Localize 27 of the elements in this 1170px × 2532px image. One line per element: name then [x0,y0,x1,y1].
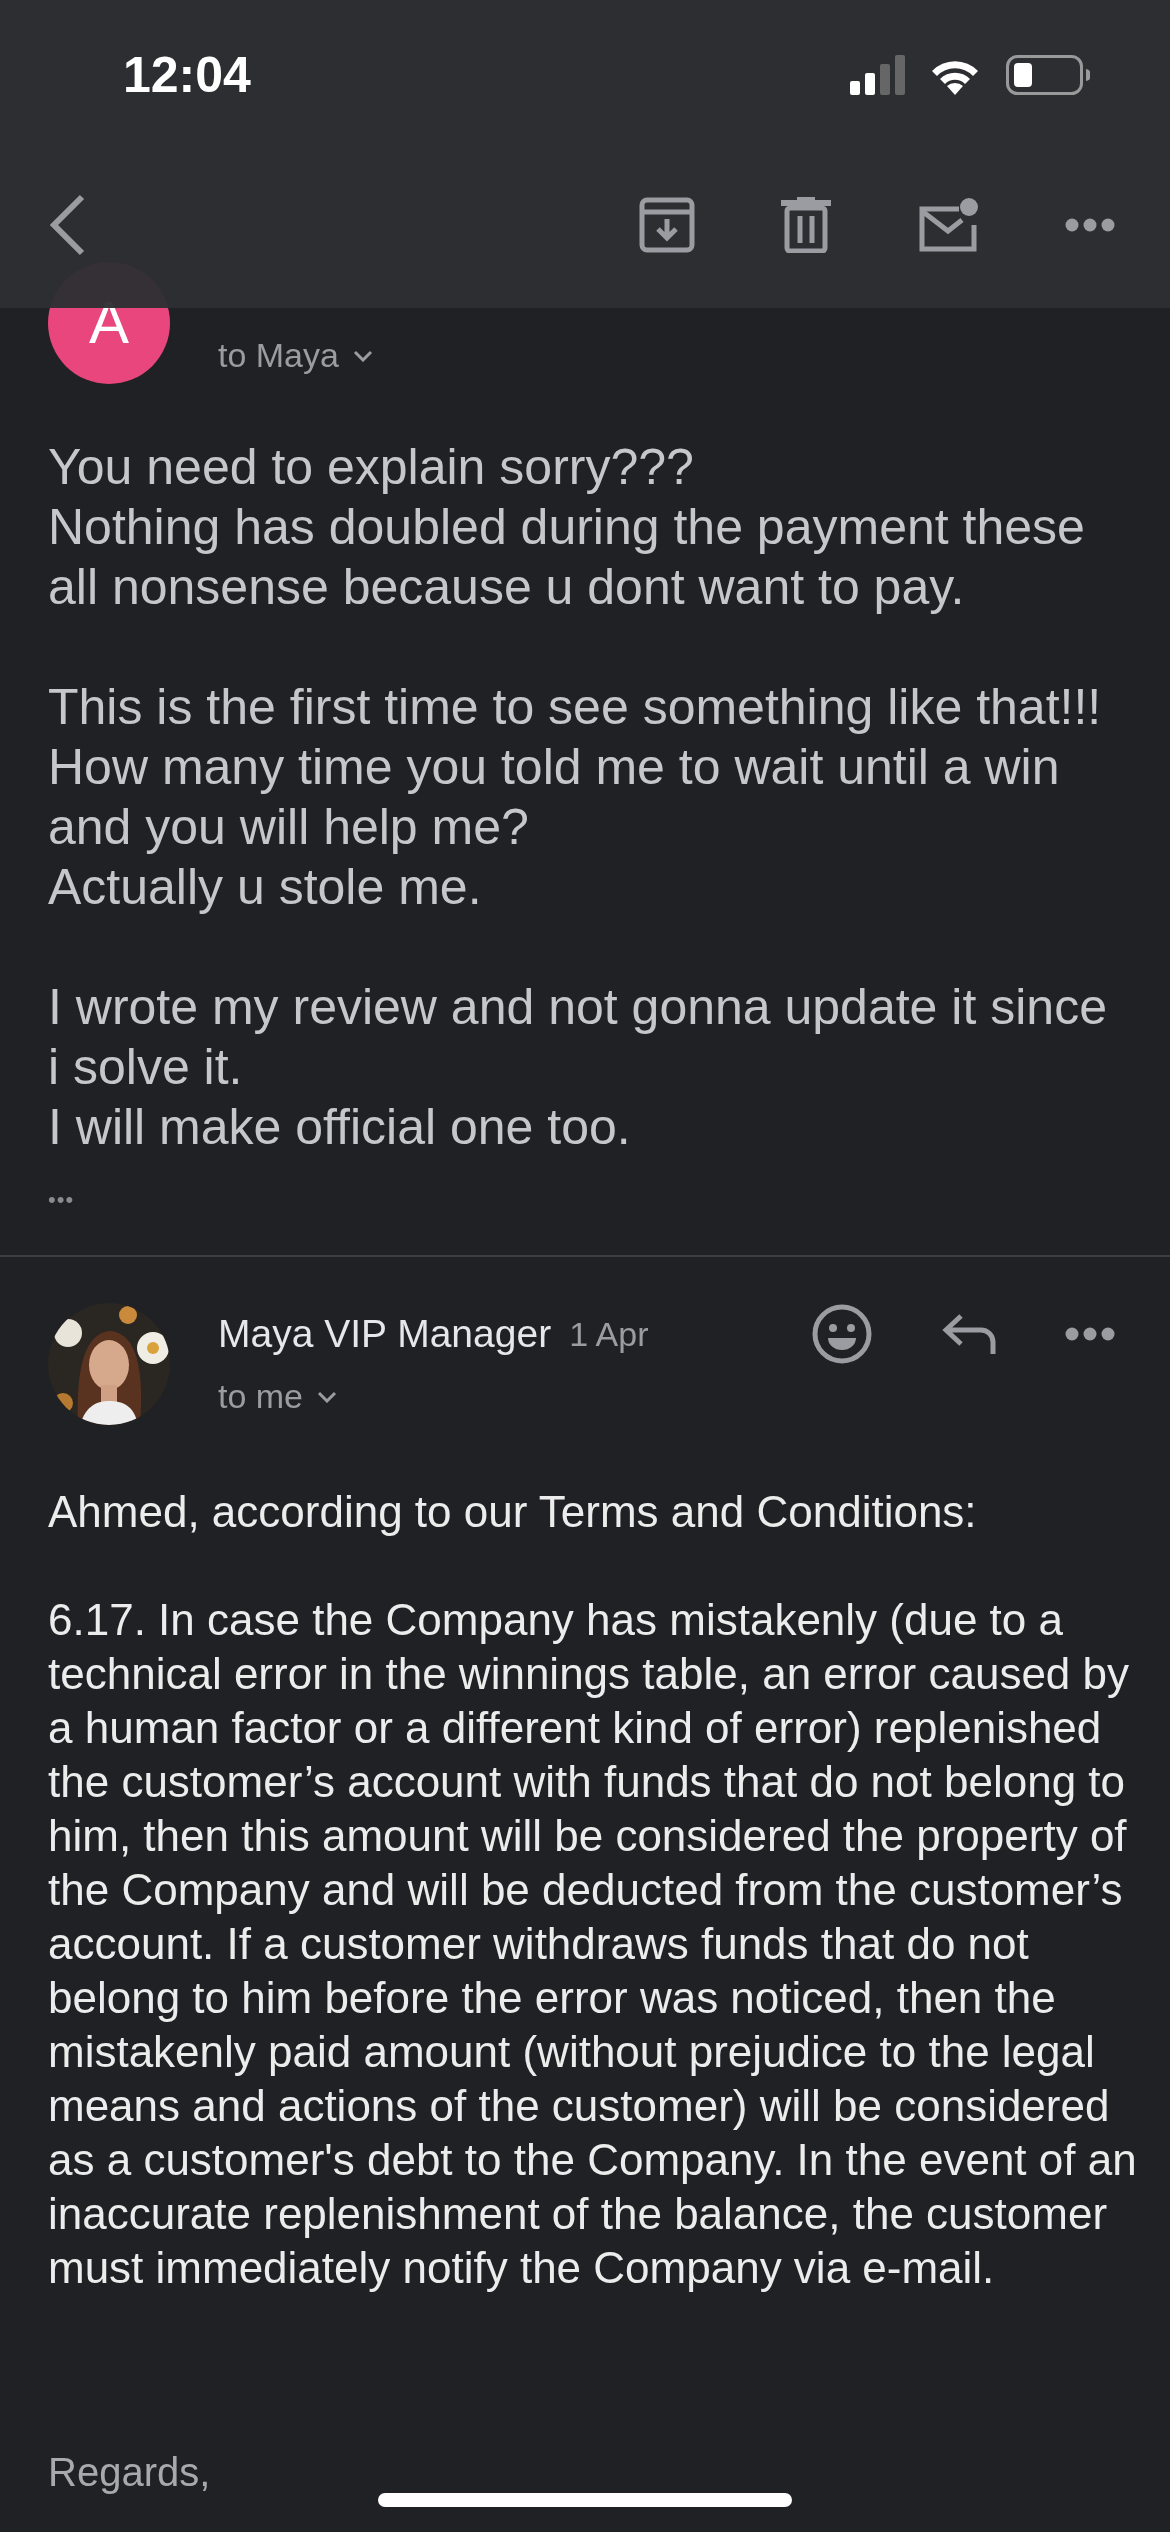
body-text: Ahmed, according to our Terms and Conditions: [48,1486,978,1538]
body-text: I will make official one too. [48,1098,632,1157]
caret-icon [352,349,373,362]
body-text: How many time you told me to wait until a win and you will help me? [48,738,1061,857]
caret-icon [317,1390,338,1403]
react-button[interactable] [811,1303,873,1365]
show-trimmed-button[interactable]: ••• [48,1185,75,1215]
mark-unread-button[interactable] [917,197,979,253]
recipient-dropdown[interactable]: to Maya [218,330,373,381]
signal-icon [850,55,906,95]
body-text: I wrote my review and not gonna update it since i solve it. [48,978,1108,1097]
sender-name: Maya VIP Manager [218,1310,552,1357]
more-button[interactable] [1065,1327,1115,1341]
body-text: This is the first time to see something like that!!! [48,678,1103,737]
message-date: 1 Apr [569,1313,649,1355]
status-time: 12:04 [123,45,251,105]
more-button[interactable] [1065,218,1115,232]
recipient-dropdown[interactable]: to me [218,1371,338,1422]
sign-off: Regards, [48,2449,212,2496]
body-text: Nothing has doubled during the payment these all nonsense because u dont want to pay. [48,498,1086,617]
battery-icon [1006,55,1090,95]
reply-button[interactable] [941,1312,997,1356]
archive-button[interactable] [639,197,695,253]
delete-button[interactable] [781,197,831,253]
body-text: 6.17. In case the Company has mistakenly (due to a technical error in the winnings table, an error caused by a human factor or a different kind of error) replenished the customer’s account with funds that do not belong to him, then this amount will be considered the property of the Company and will be deducted from the customer’s account. If a customer withdraws funds that do not belong to him before the error was noticed, then the mistakenly paid amount (without prejudice to the legal means and actions of the customer) will be considered as a customer's debt to the Company. In the event of an inaccurate replenishment of the balance, the customer must immediately notify the Company via e-mail. [48,1594,1138,2294]
body-text: Actually u stole me. [48,858,483,917]
body-text: You need to explain sorry??? [48,438,695,497]
